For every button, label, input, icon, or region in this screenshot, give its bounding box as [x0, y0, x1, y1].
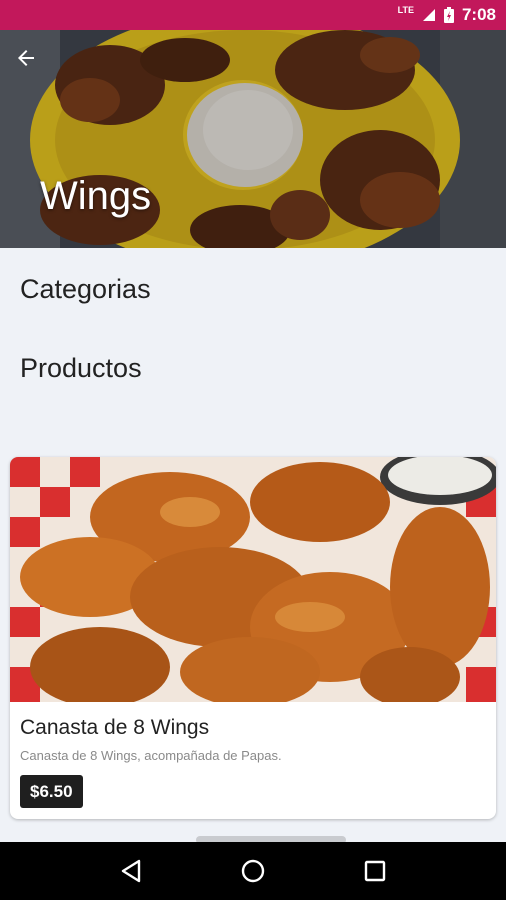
signal-icon: [422, 9, 435, 21]
clock: 7:08: [461, 5, 496, 24]
triangle-back-icon: [121, 859, 141, 883]
back-button[interactable]: [14, 46, 54, 82]
products-heading: Productos: [20, 353, 142, 383]
nav-recents-button[interactable]: [353, 849, 397, 893]
category-header: Wings: [0, 30, 506, 248]
product-description: Canasta de 8 Wings, acompañada de Papas.: [20, 748, 282, 763]
nav-back-button[interactable]: [109, 849, 153, 893]
categories-heading[interactable]: Categorias: [20, 274, 151, 305]
circle-home-icon: [241, 859, 265, 883]
network-type: LTE: [397, 5, 414, 15]
status-bar: LTE 7:08: [0, 0, 506, 30]
nav-home-button[interactable]: [231, 849, 275, 893]
square-recents-icon: [364, 860, 386, 882]
product-name: Canasta de 8 Wings: [20, 716, 210, 739]
arrow-left-icon: [18, 50, 34, 66]
product-image: [10, 457, 496, 702]
battery-icon: [443, 7, 454, 23]
page-title: Wings: [40, 174, 152, 218]
price-badge: $6.50: [20, 775, 83, 808]
system-nav-bar: [0, 842, 506, 900]
product-card[interactable]: Canasta de 8 Wings Canasta de 8 Wings, a…: [10, 457, 496, 819]
